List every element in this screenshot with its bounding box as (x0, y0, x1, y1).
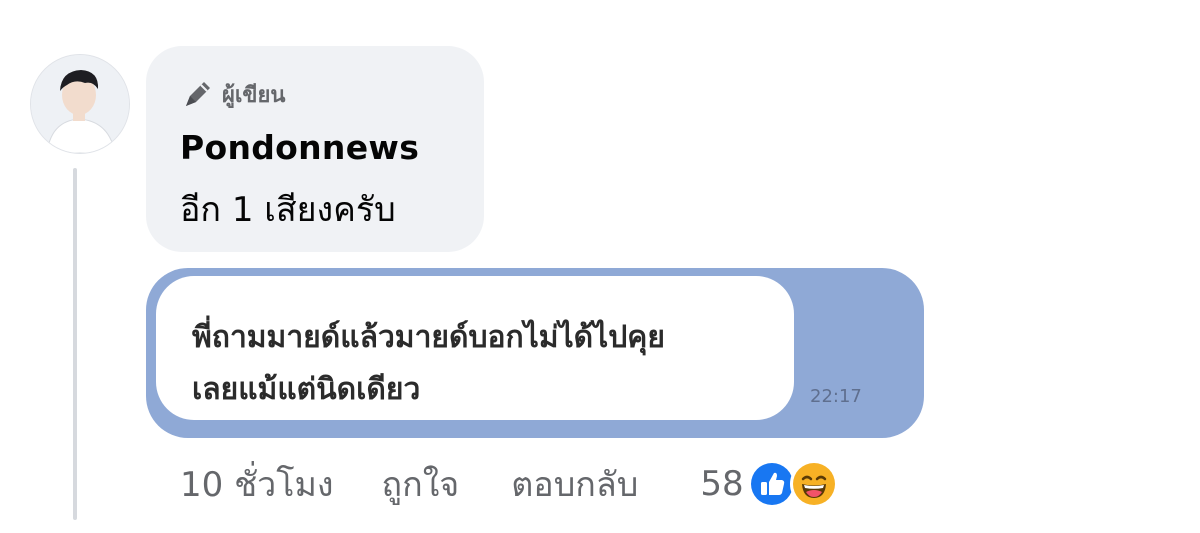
comment-actions: 10 ชั่วโมง ถูกใจ ตอบกลับ 58 (180, 456, 838, 512)
chat-message-bubble: พี่ถามมายด์แล้วมายด์บอกไม่ได้ไปคุย เลยแม… (156, 276, 794, 420)
avatar[interactable] (30, 54, 130, 154)
chat-message-line: พี่ถามมายด์แล้วมายด์บอกไม่ได้ไปคุย (192, 320, 665, 355)
chat-message-text: พี่ถามมายด์แล้วมายด์บอกไม่ได้ไปคุย เลยแม… (192, 312, 792, 416)
reaction-summary[interactable] (747, 460, 838, 508)
comment-time-link[interactable]: 10 ชั่วโมง (180, 457, 334, 511)
comment-thread: ผู้เขียน Pondonnews อีก 1 เสียงครับ พี่ถ… (0, 0, 1200, 533)
author-badge: ผู้เขียน (182, 74, 285, 114)
author-badge-label: ผู้เขียน (222, 82, 286, 108)
reaction-count[interactable]: 58 (700, 464, 743, 504)
haha-reaction-icon (789, 460, 838, 508)
thread-line (73, 168, 77, 520)
like-reaction-icon (747, 460, 796, 508)
chat-timestamp: 22:17 (810, 386, 862, 407)
avatar-photo (31, 55, 129, 153)
comment-text: อีก 1 เสียงครับ (180, 190, 396, 230)
pen-icon (182, 78, 214, 110)
chat-message-line: เลยแม้แต่นิดเดียว (192, 372, 421, 407)
author-name[interactable]: Pondonnews (180, 128, 419, 167)
reply-button[interactable]: ตอบกลับ (511, 457, 638, 511)
attached-chat-screenshot[interactable]: พี่ถามมายด์แล้วมายด์บอกไม่ได้ไปคุย เลยแม… (146, 268, 924, 438)
like-button[interactable]: ถูกใจ (382, 457, 460, 511)
comment-bubble: ผู้เขียน Pondonnews อีก 1 เสียงครับ (146, 46, 484, 252)
